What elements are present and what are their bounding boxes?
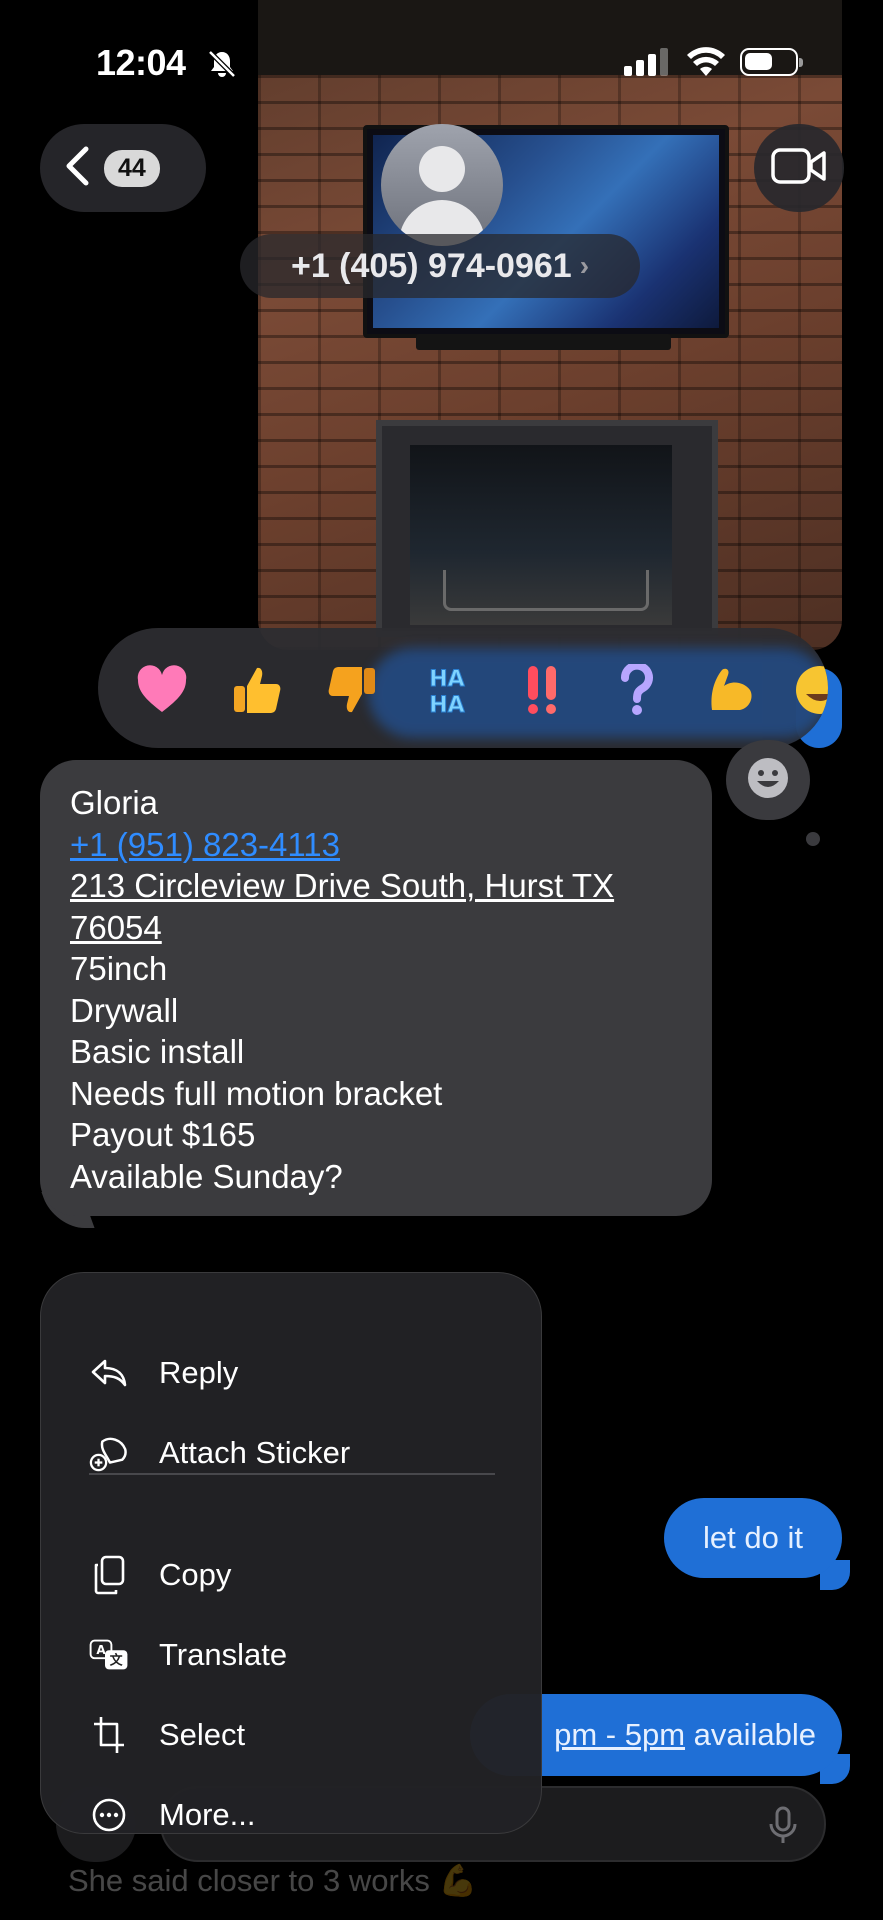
menu-item-attach-sticker[interactable]: Attach Sticker <box>41 1413 541 1493</box>
contact-name: +1 (405) 974-0961 <box>290 246 572 285</box>
reply-arrow-icon <box>89 1353 129 1393</box>
cellular-signal-icon <box>624 48 670 81</box>
message-line: Available Sunday? <box>70 1157 343 1195</box>
sent-message-text: available <box>685 1717 816 1752</box>
tapback-bar: HA HA <box>98 628 828 748</box>
time-link: pm - 5pm <box>554 1717 686 1752</box>
message-line: Basic install <box>70 1033 245 1070</box>
menu-item-label: Reply <box>159 1355 239 1390</box>
tail-dot <box>806 832 820 846</box>
photo-soundbar <box>416 334 671 350</box>
menu-item-label: Select <box>159 1717 246 1752</box>
double-exclamation-icon[interactable] <box>510 658 574 722</box>
copy-icon <box>89 1555 129 1595</box>
received-message-text-faint: She said closer to 3 works 💪 <box>68 1863 478 1898</box>
received-message-bubble[interactable]: Gloria +1 (951) 823-4113 213 Circleview … <box>40 760 712 1216</box>
menu-item-translate[interactable]: A文 Translate <box>41 1615 541 1695</box>
translate-icon: A文 <box>89 1635 129 1675</box>
question-mark-icon[interactable] <box>605 658 669 722</box>
menu-item-label: Attach Sticker <box>159 1435 351 1470</box>
message-line: Drywall <box>70 991 179 1029</box>
message-line: 75inch <box>70 950 168 987</box>
sent-message-bubble: let do it <box>664 1498 842 1578</box>
haha-icon[interactable]: HA HA <box>415 658 479 722</box>
photo-grate <box>443 570 649 611</box>
back-button[interactable]: 44 <box>40 124 206 212</box>
heart-icon[interactable] <box>130 658 194 722</box>
contact-name-button[interactable]: +1 (405) 974-0961 › <box>240 234 640 298</box>
menu-item-label: More... <box>159 1797 256 1832</box>
unread-count-badge: 44 <box>104 149 160 187</box>
phone-link[interactable]: +1 (951) 823-4113 <box>70 824 682 866</box>
svg-text:文: 文 <box>110 1653 123 1669</box>
facetime-video-button[interactable] <box>754 124 844 212</box>
menu-item-label: Translate <box>159 1637 288 1672</box>
thumbs-down-icon[interactable] <box>320 658 384 722</box>
thumbs-up-icon[interactable] <box>225 658 289 722</box>
video-camera-icon <box>771 147 827 190</box>
menu-item-more[interactable]: More... <box>41 1775 541 1855</box>
bell-slash-icon <box>207 49 237 84</box>
microphone-icon <box>768 1806 798 1851</box>
svg-text:A: A <box>96 1643 106 1657</box>
battery-icon <box>740 48 803 76</box>
menu-divider <box>89 1473 495 1475</box>
status-time: 12:04 <box>96 42 186 83</box>
chevron-left-icon <box>64 146 90 191</box>
menu-item-copy[interactable]: Copy <box>41 1535 541 1615</box>
crop-select-icon <box>89 1715 129 1755</box>
photo-attachment[interactable] <box>258 0 842 650</box>
svg-text:HA: HA <box>429 667 464 692</box>
menu-item-label: Copy <box>159 1557 232 1592</box>
sticker-plus-icon <box>89 1433 129 1473</box>
svg-text:HA: HA <box>429 693 464 718</box>
contact-avatar[interactable] <box>381 124 503 246</box>
message-line: Needs full motion bracket <box>70 1074 443 1112</box>
ellipsis-circle-icon <box>89 1795 129 1835</box>
address-link-zip[interactable]: 76054 <box>70 907 682 949</box>
message-line-name: Gloria <box>70 784 159 821</box>
message-line: Payout $165 <box>70 1116 256 1153</box>
menu-item-select[interactable]: Select <box>41 1695 541 1775</box>
address-link[interactable]: 213 Circleview Drive South, Hurst TX <box>70 865 682 907</box>
chevron-right-icon: › <box>579 250 590 281</box>
menu-item-reply[interactable]: Reply <box>41 1333 541 1413</box>
sent-message-text: let do it <box>703 1520 803 1555</box>
smiley-plus-icon <box>745 755 791 806</box>
context-menu: Reply Attach Sticker Copy A文 Translate S… <box>40 1272 542 1834</box>
flexed-biceps-icon[interactable] <box>698 658 762 722</box>
wifi-icon <box>686 46 726 83</box>
add-emoji-reaction-button[interactable] <box>726 740 810 820</box>
laughing-face-icon[interactable] <box>788 658 828 722</box>
